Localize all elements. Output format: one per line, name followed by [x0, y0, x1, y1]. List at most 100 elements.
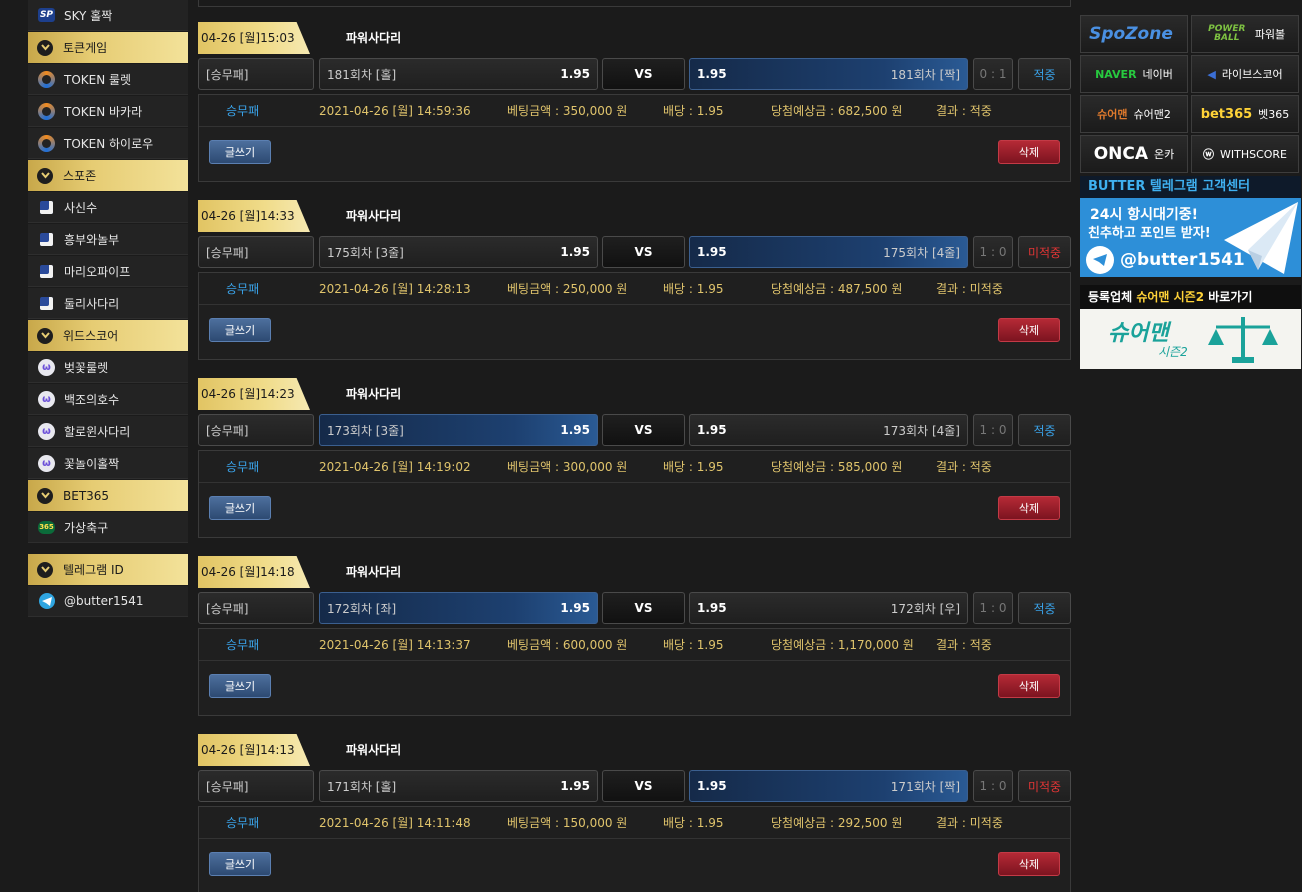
partner-link[interactable]: SpoZone	[1080, 15, 1188, 53]
result-badge: 미적중	[1018, 236, 1071, 268]
bet-time: 2021-04-26 [월] 14:19:02	[319, 460, 471, 474]
home-option[interactable]: 181회차 [홀] 1.95	[319, 58, 598, 90]
result-label: 결과 :	[936, 816, 970, 830]
delete-button[interactable]: 삭제	[998, 140, 1060, 164]
partner-link[interactable]: POWER BALL 파워볼	[1191, 15, 1299, 53]
sidebar-item[interactable]: 마리오파이프	[28, 256, 188, 287]
result-badge: 적중	[1018, 58, 1071, 90]
result-value: 적중	[969, 638, 992, 652]
delete-button[interactable]: 삭제	[998, 496, 1060, 520]
sidebar-group-header[interactable]: 토큰게임	[28, 32, 188, 63]
sidebar-group-header[interactable]: 위드스코어	[28, 320, 188, 351]
write-button[interactable]: 글쓰기	[209, 496, 271, 520]
game-title: 파워사다리	[346, 387, 402, 401]
sidebar-item-label: 가상축구	[64, 520, 109, 535]
sidebar-item[interactable]: ω 벚꽃룰렛	[28, 352, 188, 383]
sidebar-item[interactable]: 흥부와놀부	[28, 224, 188, 255]
bet-header: 04-26 [월]14:18 파워사다리	[198, 556, 1071, 588]
sidebar-item[interactable]: @butter1541	[28, 586, 188, 617]
bet-odds-value: 1.95	[696, 460, 724, 474]
bet-odds: 배당 : 1.95	[663, 451, 723, 483]
bet-detail: 승무패 2021-04-26 [월] 14:28:13 베팅금액 : 250,000…	[198, 272, 1071, 360]
sidebar-item[interactable]: ω 할로윈사다리	[28, 416, 188, 447]
result-value: 적중	[969, 460, 992, 474]
sidebar-item[interactable]: TOKEN 룰렛	[28, 64, 188, 95]
sidebar-item[interactable]: ω 꽃놀이홀짝	[28, 448, 188, 479]
bet-date: 04-26 [월]14:33	[198, 200, 310, 232]
away-option[interactable]: 1.95 175회차 [4줄]	[689, 236, 968, 268]
sidebar-item[interactable]: ω 백조의호수	[28, 384, 188, 415]
detail-line: 승무패 2021-04-26 [월] 14:19:02 베팅금액 : 300,000…	[199, 451, 1070, 483]
sidebar-item[interactable]: TOKEN 하이로우	[28, 128, 188, 159]
bet-type: [승무패]	[198, 770, 314, 802]
spozone-icon	[38, 263, 55, 280]
sidebar-item[interactable]: 둘리사다리	[28, 288, 188, 319]
bet-time: 2021-04-26 [월] 14:13:37	[319, 638, 471, 652]
partner-link[interactable]: NAVER 네이버	[1080, 55, 1188, 93]
sidebar-group-header[interactable]: 스포존	[28, 160, 188, 191]
bet-date: 04-26 [월]15:03	[198, 22, 310, 54]
sidebar-group-header[interactable]: 텔레그램 ID	[28, 554, 188, 585]
withscore-icon: ω	[38, 390, 55, 408]
partner-link[interactable]: 슈어맨 슈어맨2	[1080, 95, 1188, 133]
scale-icon	[1208, 317, 1278, 363]
away-option[interactable]: 1.95 173회차 [4줄]	[689, 414, 968, 446]
token-icon	[38, 70, 55, 88]
write-button[interactable]: 글쓰기	[209, 140, 271, 164]
game-title: 파워사다리	[346, 209, 402, 223]
expected-payout: 당첨예상금 : 487,500 원	[771, 273, 902, 305]
away-option[interactable]: 1.95 171회차 [짝]	[689, 770, 968, 802]
sidebar-group-header[interactable]: BET365	[28, 480, 188, 511]
away-odds: 1.95	[697, 245, 727, 259]
bet-amount-label: 베팅금액 :	[507, 816, 563, 830]
sidebar-item-label: TOKEN 하이로우	[64, 136, 154, 151]
bet-amount-value: 600,000 원	[562, 638, 628, 652]
expected-payout-label: 당첨예상금 :	[771, 816, 838, 830]
home-option[interactable]: 171회차 [홀] 1.95	[319, 770, 598, 802]
sidebar-item[interactable]: TOKEN 바카라	[28, 96, 188, 127]
write-button[interactable]: 글쓰기	[209, 318, 271, 342]
bet-time: 2021-04-26 [월] 14:28:13	[319, 282, 471, 296]
sidebar-item[interactable]: SP SKY 홀짝	[28, 0, 188, 31]
home-option[interactable]: 172회차 [좌] 1.95	[319, 592, 598, 624]
partner-link[interactable]: ⓦ WITHSCORE	[1191, 135, 1299, 173]
result-text: 결과 : 적중	[936, 451, 992, 483]
sidebar-item-label: 벚꽃룰렛	[64, 360, 109, 375]
away-label: 181회차 [짝]	[890, 67, 960, 82]
delete-button[interactable]: 삭제	[998, 318, 1060, 342]
away-option[interactable]: 1.95 181회차 [짝]	[689, 58, 968, 90]
delete-button[interactable]: 삭제	[998, 674, 1060, 698]
bet-odds-label: 배당 :	[663, 816, 697, 830]
result-badge: 미적중	[1018, 770, 1071, 802]
bet-header: 04-26 [월]14:23 파워사다리	[198, 378, 1071, 410]
write-button[interactable]: 글쓰기	[209, 852, 271, 876]
home-option[interactable]: 173회차 [3줄] 1.95	[319, 414, 598, 446]
home-label: 171회차 [홀]	[327, 779, 397, 794]
sidebar-item[interactable]: 365 가상축구	[28, 512, 188, 543]
detail-type: 승무패	[226, 282, 260, 296]
sidebar-item[interactable]: 사신수	[28, 192, 188, 223]
home-option[interactable]: 175회차 [3줄] 1.95	[319, 236, 598, 268]
bet-odds-label: 배당 :	[663, 104, 697, 118]
write-button[interactable]: 글쓰기	[209, 674, 271, 698]
partner-link[interactable]: ◀ 라이브스코어	[1191, 55, 1299, 93]
partner-link[interactable]: ONCA 온카	[1080, 135, 1188, 173]
bet-odds-value: 1.95	[696, 638, 724, 652]
away-option[interactable]: 1.95 172회차 [우]	[689, 592, 968, 624]
result-badge: 적중	[1018, 414, 1071, 446]
game-title: 파워사다리	[346, 31, 402, 45]
delete-button[interactable]: 삭제	[998, 852, 1060, 876]
vs-label: VS	[602, 592, 685, 624]
telegram-banner[interactable]: BUTTER 텔레그램 고객센터 24시 항시대기중! 친추하고 포인트 받자!…	[1080, 176, 1301, 277]
partner-label: 슈어맨2	[1133, 108, 1171, 121]
score: 1 : 0	[973, 592, 1013, 624]
bet-detail: 승무패 2021-04-26 [월] 14:11:48 베팅금액 : 150,000…	[198, 806, 1071, 892]
home-label: 181회차 [홀]	[327, 67, 397, 82]
sureman-banner[interactable]: 등록업체 슈어맨 시즌2 바로가기 슈어맨 시즌2	[1080, 285, 1301, 369]
bet-amount: 베팅금액 : 600,000 원	[507, 629, 627, 661]
partner-link[interactable]: bet365 벳365	[1191, 95, 1299, 133]
home-label: 175회차 [3줄]	[327, 245, 404, 260]
sidebar-group-label: BET365	[63, 488, 110, 503]
bet-amount-value: 150,000 원	[562, 816, 628, 830]
